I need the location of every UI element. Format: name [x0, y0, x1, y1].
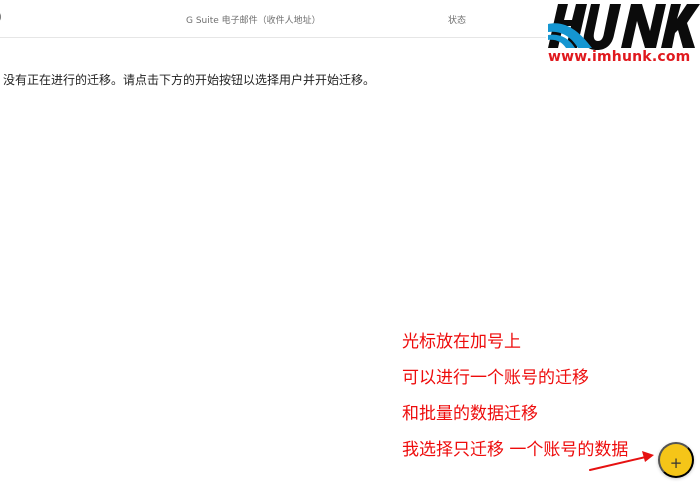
hunk-logo-icon	[548, 4, 700, 50]
empty-state-message: 没有正在进行的迁移。请点击下方的开始按钮以选择用户并开始迁移。	[3, 73, 376, 87]
tutorial-annotation: 光标放在加号上 可以进行一个账号的迁移 和批量的数据迁移 我选择只迁移 一个账号…	[402, 324, 692, 468]
migration-page: ) G Suite 电子邮件（收件人地址） 状态 没有正在进行的迁移。请点击下方…	[0, 0, 700, 494]
hunk-logo: www.imhunk.com	[546, 2, 700, 72]
column-header-fragment: )	[0, 12, 2, 23]
annotation-line-1: 光标放在加号上	[402, 332, 521, 352]
annotation-line-2: 可以进行一个账号的迁移	[402, 368, 589, 388]
add-migration-button[interactable]: +	[658, 442, 694, 478]
plus-icon: +	[669, 454, 683, 472]
annotation-arrow-icon	[589, 451, 654, 471]
column-header-email[interactable]: G Suite 电子邮件（收件人地址）	[186, 13, 321, 26]
column-header-status[interactable]: 状态	[448, 13, 466, 26]
logo-url-text: www.imhunk.com	[548, 49, 691, 65]
annotation-line-3: 和批量的数据迁移	[402, 404, 538, 424]
